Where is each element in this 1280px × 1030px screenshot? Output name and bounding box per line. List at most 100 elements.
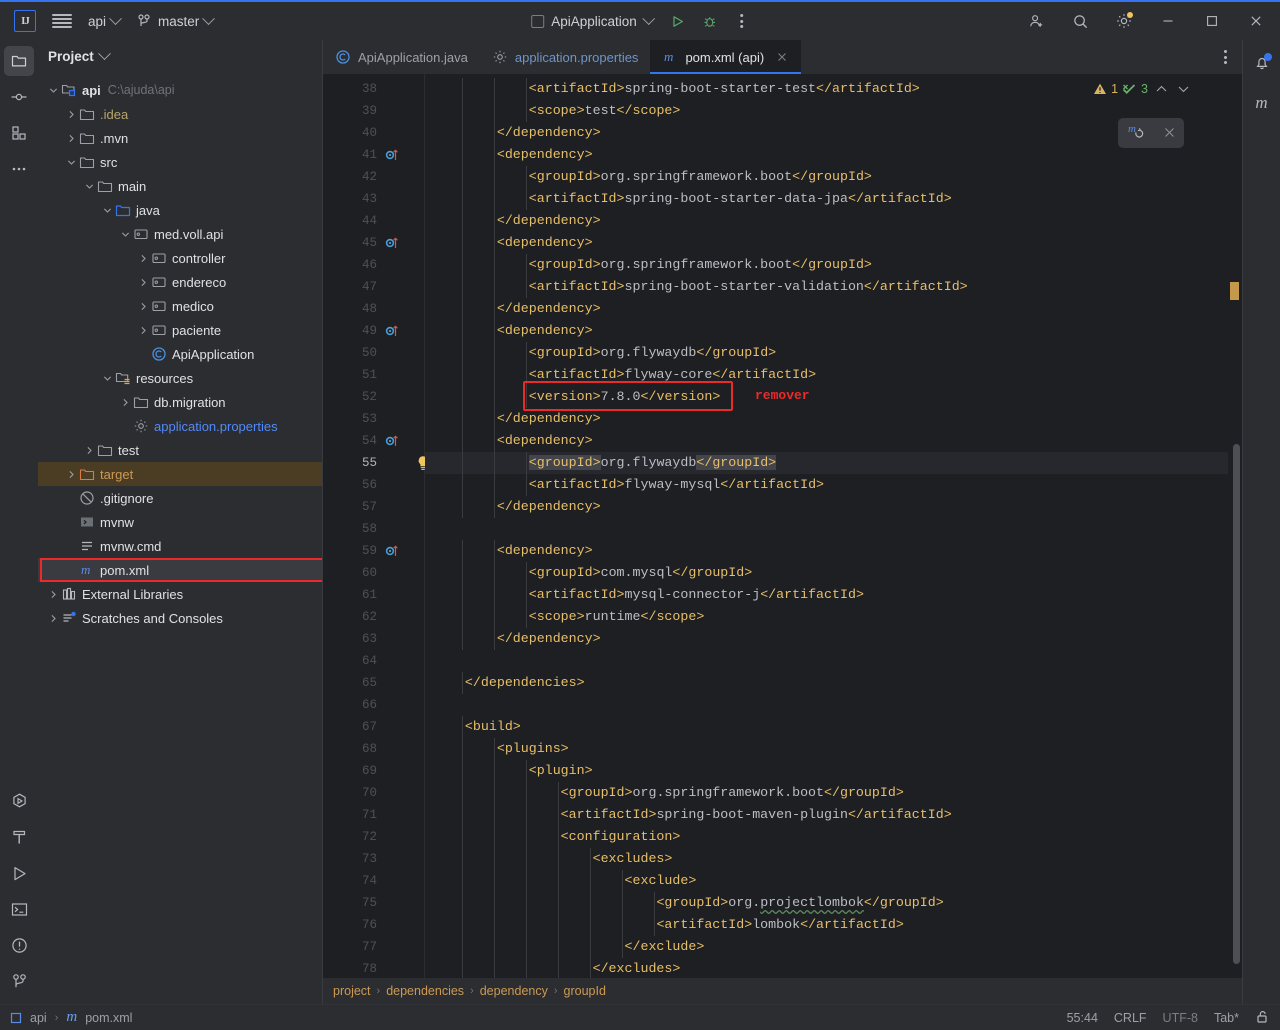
notifications-button[interactable] <box>1247 48 1277 78</box>
code-line-47[interactable]: <artifactId>spring-boot-starter-validati… <box>425 276 1228 298</box>
gutter-line-number[interactable]: 44 <box>323 210 383 232</box>
gutter-line-number[interactable]: 72 <box>323 826 383 848</box>
code-line-62[interactable]: <scope>runtime</scope> <box>425 606 1228 628</box>
sidebar-item-run[interactable] <box>4 858 34 888</box>
ij-logo-button[interactable]: IJ <box>6 6 44 36</box>
tree-node-resources[interactable]: resources <box>38 366 322 390</box>
chevron-right-icon[interactable] <box>118 398 132 407</box>
tree-node-api[interactable]: api C:\ajuda\api <box>38 78 322 102</box>
gutter-line-number[interactable]: 58 <box>323 518 383 540</box>
maven-reload-popup[interactable]: m <box>1118 118 1184 148</box>
tree-node-endereco[interactable]: endereco <box>38 270 322 294</box>
code-with-me-button[interactable] <box>1014 2 1058 40</box>
tree-node-mvnw-cmd[interactable]: mvnw.cmd <box>38 534 322 558</box>
code-line-60[interactable]: <groupId>com.mysql</groupId> <box>425 562 1228 584</box>
code-line-51[interactable]: <artifactId>flyway-core</artifactId> <box>425 364 1228 386</box>
breadcrumb-item-groupid[interactable]: groupId <box>564 984 606 998</box>
chevron-down-icon[interactable] <box>64 158 78 167</box>
editor-tab-bar[interactable]: ApiApplication.java application.propertie… <box>323 40 1242 74</box>
editor-tab-apiapplication-java[interactable]: ApiApplication.java <box>323 40 480 74</box>
editor-scrollbar-thumb[interactable] <box>1233 444 1240 964</box>
editor-tab-pom-xml-api-[interactable]: m pom.xml (api) <box>650 40 802 74</box>
gutter-line-number[interactable]: 74 <box>323 870 383 892</box>
branch-widget[interactable]: master <box>128 6 221 36</box>
gutter-line-number[interactable]: 69 <box>323 760 383 782</box>
code-line-46[interactable]: <groupId>org.springframework.boot</group… <box>425 254 1228 276</box>
maximize-button[interactable] <box>1190 2 1234 40</box>
tree-node-application-properties[interactable]: application.properties <box>38 414 322 438</box>
gutter-line-number[interactable]: 68 <box>323 738 383 760</box>
line-separator[interactable]: CRLF <box>1114 1011 1147 1025</box>
gutter-line-number[interactable]: 47 <box>323 276 383 298</box>
code-line-55[interactable]: <groupId>org.flywaydb</groupId> <box>425 452 1228 474</box>
tree-node-pom-xml[interactable]: m pom.xml <box>38 558 322 582</box>
gutter-line-number[interactable]: 57 <box>323 496 383 518</box>
sidebar-item-terminal[interactable] <box>4 894 34 924</box>
gutter-line-number[interactable]: 61 <box>323 584 383 606</box>
chevron-right-icon[interactable] <box>136 326 150 335</box>
gutter-line-number[interactable]: 71 <box>323 804 383 826</box>
sidebar-item-build[interactable] <box>4 822 34 852</box>
project-widget[interactable]: api <box>80 6 128 36</box>
sidebar-item-structure[interactable] <box>4 118 34 148</box>
code-line-78[interactable]: </excludes> <box>425 958 1228 978</box>
code-line-75[interactable]: <groupId>org.projectlombok</groupId> <box>425 892 1228 914</box>
caret-position[interactable]: 55:44 <box>1067 1011 1098 1025</box>
chevron-down-icon[interactable] <box>118 230 132 239</box>
tree-node-db-migration[interactable]: db.migration <box>38 390 322 414</box>
maven-dependency-icon[interactable] <box>385 544 401 558</box>
debug-button[interactable] <box>695 6 725 36</box>
code-editor[interactable]: 38 39 40 41 42 43 44 45 46 47 48 49 50 51 52 53 54 55 56 57… <box>323 74 1242 978</box>
tree-node-medico[interactable]: medico <box>38 294 322 318</box>
chevron-right-icon[interactable] <box>46 590 60 599</box>
breadcrumb[interactable]: project › dependencies › dependency › groupId <box>323 978 1242 1004</box>
inspection-widget[interactable]: 1 3 <box>1093 80 1192 98</box>
code-line-72[interactable]: <configuration> <box>425 826 1228 848</box>
code-line-53[interactable]: </dependency> <box>425 408 1228 430</box>
status-file-label[interactable]: pom.xml <box>85 1011 132 1025</box>
code-line-50[interactable]: <groupId>org.flywaydb</groupId> <box>425 342 1228 364</box>
maven-dependency-icon[interactable] <box>385 148 401 162</box>
gutter-line-number[interactable]: 65 <box>323 672 383 694</box>
tree-node-java[interactable]: java <box>38 198 322 222</box>
maven-reload-button[interactable]: m <box>1127 122 1145 145</box>
gutter-line-number[interactable]: 66 <box>323 694 383 716</box>
gutter-line-number[interactable]: 67 <box>323 716 383 738</box>
code-line-61[interactable]: <artifactId>mysql-connector-j</artifactI… <box>425 584 1228 606</box>
close-tab-icon[interactable] <box>775 50 789 64</box>
next-problem-button[interactable] <box>1174 80 1192 98</box>
more-run-actions-button[interactable] <box>727 6 757 36</box>
settings-button[interactable] <box>1102 2 1146 40</box>
tree-node-apiapplication[interactable]: ApiApplication <box>38 342 322 366</box>
gutter-line-number[interactable]: 54 <box>323 430 398 452</box>
editor-gutter[interactable]: 38 39 40 41 42 43 44 45 46 47 48 49 50 51 52 53 54 55 56 57… <box>323 74 428 978</box>
breadcrumb-item-dependency[interactable]: dependency <box>480 984 548 998</box>
code-line-41[interactable]: <dependency> <box>425 144 1228 166</box>
gutter-line-number[interactable]: 53 <box>323 408 383 430</box>
code-line-66[interactable] <box>425 694 1228 716</box>
chevron-right-icon[interactable] <box>136 254 150 263</box>
run-button[interactable] <box>663 6 693 36</box>
code-text[interactable]: <artifactId>spring-boot-starter-test</ar… <box>425 74 1228 978</box>
maven-popup-close-button[interactable] <box>1164 125 1175 141</box>
chevron-down-icon[interactable] <box>100 206 114 215</box>
tree-node-med-voll-api[interactable]: med.voll.api <box>38 222 322 246</box>
status-module-label[interactable]: api <box>30 1011 47 1025</box>
project-tree[interactable]: api C:\ajuda\api .idea .mvn src main java med.v… <box>38 72 322 1004</box>
code-line-44[interactable]: </dependency> <box>425 210 1228 232</box>
gutter-line-number[interactable]: 51 <box>323 364 383 386</box>
code-line-40[interactable]: </dependency> <box>425 122 1228 144</box>
chevron-down-icon[interactable] <box>82 182 96 191</box>
gutter-line-number[interactable]: 48 <box>323 298 383 320</box>
gutter-line-number[interactable]: 38 <box>323 78 383 100</box>
tree-node--idea[interactable]: .idea <box>38 102 322 126</box>
sidebar-item-project[interactable] <box>4 46 34 76</box>
code-line-73[interactable]: <excludes> <box>425 848 1228 870</box>
chevron-down-icon[interactable] <box>46 86 60 95</box>
gutter-line-number[interactable]: 62 <box>323 606 383 628</box>
code-line-70[interactable]: <groupId>org.springframework.boot</group… <box>425 782 1228 804</box>
code-line-57[interactable]: </dependency> <box>425 496 1228 518</box>
search-everywhere-button[interactable] <box>1058 2 1102 40</box>
sidebar-item-commit[interactable] <box>4 82 34 112</box>
gutter-line-number[interactable]: 42 <box>323 166 383 188</box>
